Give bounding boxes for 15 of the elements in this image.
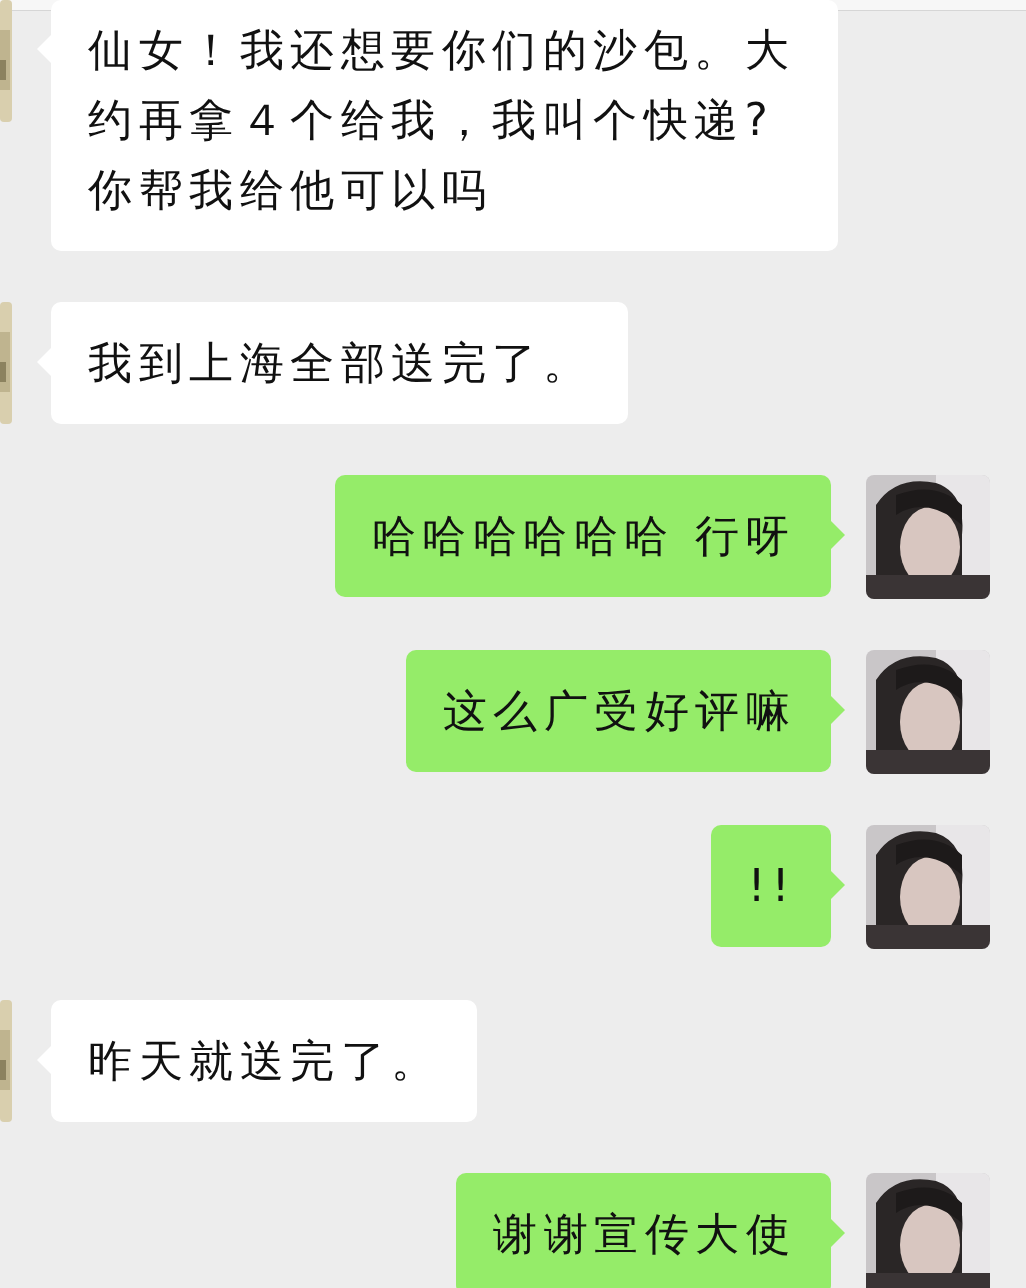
avatar[interactable] [866,1173,990,1288]
bubble-tail [831,871,845,899]
avatar[interactable] [866,650,990,774]
message-bubble: 谢谢宣传大使 [456,1173,831,1288]
message-bubble: 哈哈哈哈哈哈 行呀 [334,475,831,597]
message-bubble: 仙女！我还想要你们的沙包。大约再拿４个给我，我叫个快递?你帮我给他可以吗 [51,0,838,251]
bubble-tail [831,696,845,724]
avatar[interactable] [866,825,990,949]
message-bubble: !! [710,825,831,947]
bubble-tail [831,521,845,549]
bubble-tail [831,1219,845,1247]
message-bubble: 我到上海全部送完了。 [51,302,628,424]
message-bubble: 这么广受好评嘛 [405,650,831,772]
avatar[interactable] [866,475,990,599]
message-bubble: 昨天就送完了。 [51,1000,477,1122]
